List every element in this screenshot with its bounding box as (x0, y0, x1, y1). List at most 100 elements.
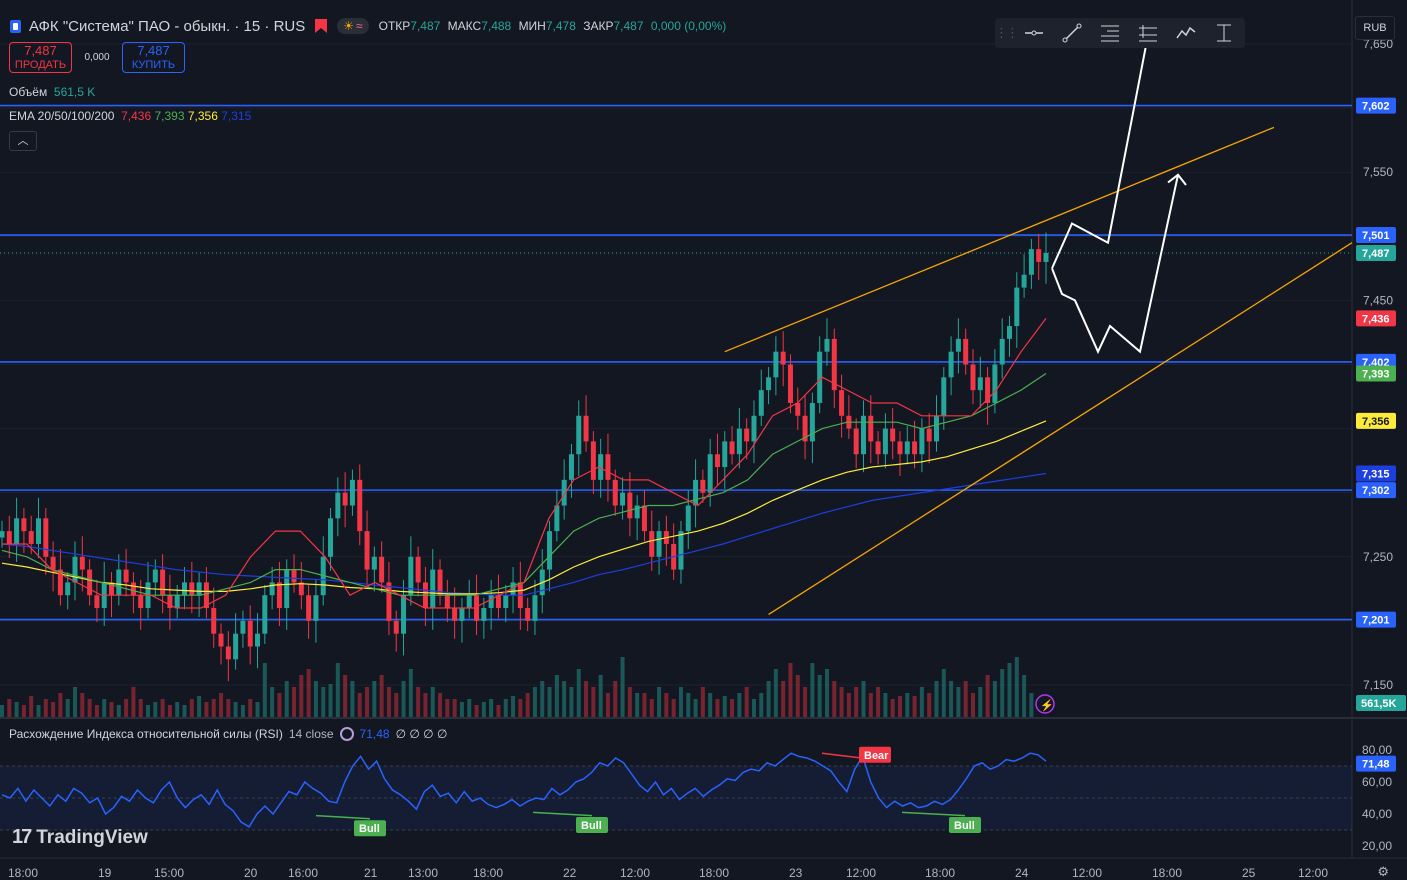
volume-bar (306, 669, 311, 717)
chart-canvas[interactable]: ⚡7,6507,5507,4507,2507,1507,6027,5017,48… (0, 0, 1407, 880)
candle-body (970, 364, 976, 391)
volume-bar (189, 699, 194, 717)
price-badge-label: 7,487 (1362, 248, 1390, 260)
candle-body (393, 620, 399, 634)
candle-body (371, 556, 377, 570)
symbol-header[interactable]: АФК "Система" ПАО - обыкн. · 15 · RUS ☀ … (10, 14, 730, 38)
volume-bar (554, 675, 559, 717)
volume-bar (94, 705, 99, 717)
buy-button[interactable]: 7,487 КУПИТЬ (122, 42, 185, 73)
candle-body (94, 595, 100, 609)
candle-body (430, 569, 436, 609)
price-badge-label: 7,356 (1362, 416, 1390, 428)
volume-bar (51, 702, 56, 717)
volume-bar (992, 681, 997, 717)
divergence-label-text: Bear (864, 750, 889, 762)
trend-line-icon[interactable] (1053, 18, 1091, 48)
fib-retracement-icon[interactable] (1091, 18, 1129, 48)
ema-legend[interactable]: EMA 20/50/100/200 7,436 7,393 7,356 7,31… (9, 109, 251, 123)
status-pill[interactable]: ☀ ≈ (337, 18, 369, 34)
volume-bar (817, 675, 822, 717)
volume-bar (700, 687, 705, 717)
candle-body (225, 646, 231, 660)
candle-body (649, 531, 655, 557)
horizontal-ray-icon[interactable] (1015, 18, 1053, 48)
tradingview-logo[interactable]: 17 TradingView (12, 826, 148, 849)
volume-bar (737, 693, 742, 717)
gear-icon[interactable]: ⚙ (1377, 864, 1389, 880)
volume-bar (781, 681, 786, 717)
volume-bar (963, 681, 968, 717)
candle-body (693, 479, 699, 506)
candle-body (977, 377, 983, 391)
volume-bar (299, 675, 304, 717)
candle-body (758, 390, 764, 416)
volume-bar (496, 705, 501, 717)
volume-bar (1007, 663, 1012, 717)
volume-bar (642, 693, 647, 717)
candle-body (328, 518, 334, 557)
volume-bar (240, 705, 245, 717)
candle-body (714, 454, 720, 468)
symbol-icon (10, 19, 21, 33)
time-tick-label: 19 (98, 866, 112, 880)
market-status-icon: ☀ (343, 19, 355, 33)
volume-bar (182, 705, 187, 717)
candle-body (897, 441, 903, 455)
candle-body (919, 428, 925, 455)
volume-bar (372, 681, 377, 717)
price-badge-label: 7,302 (1362, 485, 1390, 497)
time-tick-label: 18:00 (699, 866, 729, 880)
candle-body (875, 441, 881, 455)
volume-bar (416, 687, 421, 717)
measure-icon[interactable] (1205, 18, 1243, 48)
candle-body (0, 531, 5, 538)
candle-body (780, 351, 786, 365)
candle-body (357, 479, 363, 532)
candle-body (284, 569, 290, 609)
sell-button[interactable]: 7,487 ПРОДАТЬ (9, 42, 72, 73)
volume-bar (919, 687, 924, 717)
candle-body (21, 518, 27, 532)
volume-bar (934, 681, 939, 717)
volume-bar (839, 687, 844, 717)
volume-bar (620, 657, 625, 717)
candle-body (401, 595, 407, 634)
change-value: 0,000 (0,00%) (650, 19, 727, 33)
volume-badge-label: 561,5K (1361, 698, 1397, 710)
volume-bar (262, 663, 267, 717)
volume-bar (73, 687, 78, 717)
candle-body (787, 364, 793, 403)
currency-button[interactable]: RUB (1355, 16, 1395, 40)
volume-bar (569, 687, 574, 717)
volume-bar (824, 669, 829, 717)
volume-bar (379, 675, 384, 717)
candle-body (583, 415, 589, 442)
rsi-legend[interactable]: Расхождение Индекса относительной силы (… (9, 727, 447, 741)
volume-legend[interactable]: Объём 561,5 K (9, 85, 95, 99)
candle-body (218, 633, 224, 647)
collapse-legend-button[interactable]: ︿ (9, 131, 37, 151)
candle-body (853, 428, 859, 455)
volume-bar (876, 687, 881, 717)
symbol-title[interactable]: АФК "Система" ПАО - обыкн. · 15 · RUS (29, 18, 305, 35)
candle-body (174, 595, 180, 609)
candle-body (795, 402, 801, 416)
time-tick-label: 12:00 (1298, 866, 1328, 880)
volume-bar (357, 693, 362, 717)
volume-bar (109, 702, 114, 717)
long-position-icon[interactable] (1129, 18, 1167, 48)
candle-body (729, 441, 735, 455)
drag-grip-icon[interactable]: ⋮⋮ (995, 25, 1019, 41)
volume-bar (153, 702, 158, 717)
candle-body (860, 415, 866, 455)
volume-bar (627, 687, 632, 717)
path-icon[interactable] (1167, 18, 1205, 48)
refresh-icon[interactable] (339, 727, 354, 741)
volume-bar (335, 663, 340, 717)
volume-bar (138, 699, 143, 717)
tv-logo-icon: 17 (12, 826, 32, 848)
chart-background (0, 0, 1407, 880)
candle-body (6, 531, 12, 544)
volume-bar (452, 699, 457, 717)
